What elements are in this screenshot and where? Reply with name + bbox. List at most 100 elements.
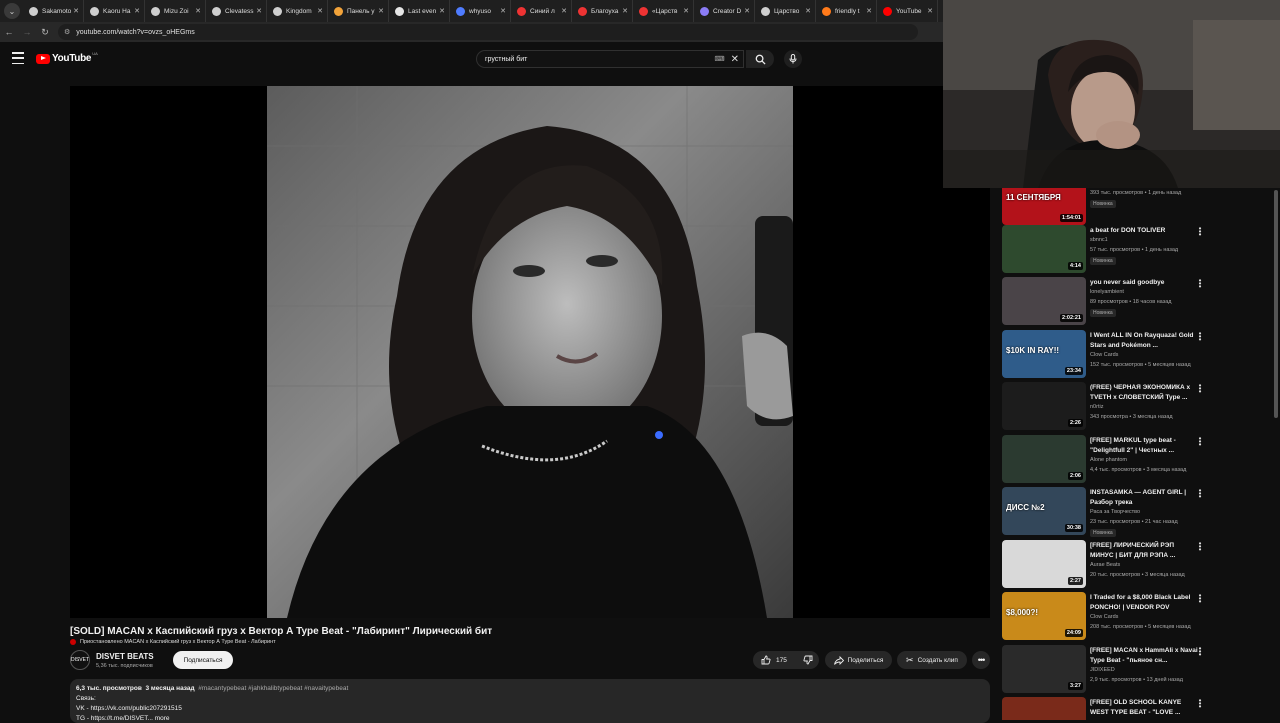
tab-close-icon[interactable]: ✕ bbox=[378, 7, 384, 15]
sidebar-scrollbar[interactable] bbox=[1274, 190, 1278, 418]
tab-close-icon[interactable]: ✕ bbox=[744, 7, 750, 15]
browser-tab[interactable]: whyuso ✕ bbox=[450, 0, 511, 22]
recommendation-thumbnail[interactable]: 2:02:21 bbox=[1002, 277, 1086, 325]
recommendation-thumbnail[interactable]: 2:06 bbox=[1002, 435, 1086, 483]
search-input[interactable]: грустный бит ⌨ ✕ bbox=[476, 50, 744, 68]
recommendation-channel[interactable]: Clow Cards bbox=[1090, 352, 1118, 358]
back-arrow-icon[interactable]: ← bbox=[0, 27, 18, 37]
recommendation-thumbnail[interactable]: 3:27 bbox=[1002, 645, 1086, 693]
recommendation-title[interactable]: [FREE] OLD SCHOOL KANYE WEST TYPE BEAT -… bbox=[1090, 698, 1198, 718]
recommendation-thumbnail[interactable]: 4:14 bbox=[1002, 225, 1086, 273]
browser-tab[interactable]: Mizu Zoi ✕ bbox=[145, 0, 206, 22]
browser-tab[interactable]: YouTube ✕ bbox=[877, 0, 938, 22]
tab-close-icon[interactable]: ✕ bbox=[866, 7, 872, 15]
channel-name[interactable]: DISVET BEATS bbox=[96, 652, 154, 661]
recommendation-thumbnail[interactable] bbox=[1002, 697, 1086, 720]
recommendation-channel[interactable]: sbnnc1 bbox=[1090, 237, 1108, 243]
more-vertical-icon[interactable]: • • • bbox=[1198, 487, 1202, 501]
recommendation-title[interactable]: you never said goodbye bbox=[1090, 278, 1198, 288]
recommendation-title[interactable]: INSTASAMKA — AGENT GIRL | Разбор трека bbox=[1090, 488, 1198, 508]
recommendation-item[interactable]: 11 СЕНТЯБРЯ1:54:01Минута в минуту393 тыс… bbox=[1002, 188, 1278, 227]
recommendation-channel[interactable]: Aurae Beats bbox=[1090, 562, 1120, 568]
browser-tab[interactable]: Kingdom ✕ bbox=[267, 0, 328, 22]
recommendation-item[interactable]: ДИСС №2 30:38 INSTASAMKA — AGENT GIRL | Ра… bbox=[1002, 487, 1278, 537]
recommendation-item[interactable]: 2:27 [FREE] ЛИРИЧЕСКИЙ РЭП МИНУС | БИТ ДЛ… bbox=[1002, 540, 1278, 590]
more-actions-button[interactable]: ••• bbox=[972, 651, 990, 669]
recommendation-title[interactable]: a beat for DON TOLIVER bbox=[1090, 226, 1198, 236]
menu-icon[interactable] bbox=[12, 52, 24, 64]
recommendation-item[interactable]: 4:14 a beat for DON TOLIVER sbnnc1 57 тыс. … bbox=[1002, 225, 1278, 275]
recommendation-title[interactable]: I Went ALL IN On Rayquaza! Gold Stars an… bbox=[1090, 331, 1198, 351]
tab-close-icon[interactable]: ✕ bbox=[439, 7, 445, 15]
share-button[interactable]: Поделиться bbox=[825, 651, 892, 669]
youtube-logo[interactable]: YouTube UA bbox=[36, 51, 98, 64]
tab-close-icon[interactable]: ✕ bbox=[622, 7, 628, 15]
tab-close-icon[interactable]: ✕ bbox=[134, 7, 140, 15]
recommendation-title[interactable]: I Traded for a $8,000 Black Label PONCHO… bbox=[1090, 593, 1198, 613]
recommendation-title[interactable]: (FREE) ЧЕРНАЯ ЭКОНОМИКА x TVETH x СЛОВЕТ… bbox=[1090, 383, 1198, 403]
tab-search-icon[interactable]: ⌄ bbox=[4, 3, 20, 19]
browser-tab[interactable]: Благоуха ✕ bbox=[572, 0, 633, 22]
browser-tab[interactable]: Царство ✕ bbox=[755, 0, 816, 22]
more-vertical-icon[interactable]: • • • bbox=[1198, 540, 1202, 554]
more-vertical-icon[interactable]: • • • bbox=[1198, 645, 1202, 659]
recommendation-item[interactable]: 2:02:21 you never said goodbye lonelyambie… bbox=[1002, 277, 1278, 327]
more-vertical-icon[interactable]: • • • bbox=[1198, 382, 1202, 396]
reload-icon[interactable]: ↻ bbox=[36, 27, 54, 38]
recommendation-channel[interactable]: JIDIXEED bbox=[1090, 667, 1115, 673]
like-button[interactable]: 175 bbox=[753, 651, 795, 669]
channel-avatar[interactable]: DISVET bbox=[70, 650, 90, 670]
recommendation-item[interactable]: [FREE] OLD SCHOOL KANYE WEST TYPE BEAT -… bbox=[1002, 697, 1278, 720]
tab-close-icon[interactable]: ✕ bbox=[927, 7, 933, 15]
recommendation-thumbnail[interactable]: 2:27 bbox=[1002, 540, 1086, 588]
keyboard-icon[interactable]: ⌨ bbox=[715, 55, 725, 63]
clear-search-icon[interactable]: ✕ bbox=[731, 54, 739, 65]
tab-close-icon[interactable]: ✕ bbox=[256, 7, 262, 15]
more-vertical-icon[interactable]: • • • bbox=[1198, 225, 1202, 239]
tab-close-icon[interactable]: ✕ bbox=[561, 7, 567, 15]
recommendation-item[interactable]: $8,000?! 24:09 I Traded for a $8,000 Black… bbox=[1002, 592, 1278, 642]
browser-tab[interactable]: Kaoru Ha ✕ bbox=[84, 0, 145, 22]
recommendation-thumbnail[interactable]: $8,000?! 24:09 bbox=[1002, 592, 1086, 640]
recommendation-channel[interactable]: Alone phantom bbox=[1090, 457, 1127, 463]
browser-tab[interactable]: Sakamoto ✕ bbox=[23, 0, 84, 22]
more-vertical-icon[interactable]: • • • bbox=[1198, 435, 1202, 449]
tab-close-icon[interactable]: ✕ bbox=[195, 7, 201, 15]
more-vertical-icon[interactable]: • • • bbox=[1198, 330, 1202, 344]
recommendation-thumbnail[interactable]: 11 СЕНТЯБРЯ 1:54:01 bbox=[1002, 188, 1086, 225]
voice-search-button[interactable] bbox=[784, 50, 802, 68]
recommendation-thumbnail[interactable]: 2:26 bbox=[1002, 382, 1086, 430]
recommendation-channel[interactable]: n0rtiz bbox=[1090, 404, 1103, 410]
recommendation-item[interactable]: $10K IN RAY!! 23:34 I Went ALL IN On Rayqu… bbox=[1002, 330, 1278, 380]
tab-close-icon[interactable]: ✕ bbox=[683, 7, 689, 15]
video-description[interactable]: 6,3 тыс. просмотров 3 месяца назад #maca… bbox=[70, 679, 990, 723]
recommendation-item[interactable]: 2:06 [FREE] MARKUL type beat - "Delightfu… bbox=[1002, 435, 1278, 485]
description-link[interactable]: VK - https://vk.com/public207291515 bbox=[76, 705, 984, 712]
more-vertical-icon[interactable]: • • • bbox=[1198, 277, 1202, 291]
recommendation-channel[interactable]: lonelyambient bbox=[1090, 289, 1124, 295]
video-frame[interactable] bbox=[267, 86, 793, 618]
browser-tab[interactable]: friendly t ✕ bbox=[816, 0, 877, 22]
recommendation-title[interactable]: [FREE] MARKUL type beat - "Delightfull 2… bbox=[1090, 436, 1198, 456]
search-button[interactable] bbox=[746, 50, 774, 68]
description-link[interactable]: TG - https://t.me/DISVET... more bbox=[76, 715, 984, 722]
more-vertical-icon[interactable]: • • • bbox=[1198, 697, 1202, 711]
more-vertical-icon[interactable]: • • • bbox=[1198, 592, 1202, 606]
recommendation-channel[interactable]: Раса за Творчество bbox=[1090, 509, 1140, 515]
forward-arrow-icon[interactable]: → bbox=[18, 27, 36, 37]
recommendation-thumbnail[interactable]: $10K IN RAY!! 23:34 bbox=[1002, 330, 1086, 378]
recommendation-thumbnail[interactable]: ДИСС №2 30:38 bbox=[1002, 487, 1086, 535]
subscribe-button[interactable]: Подписаться bbox=[173, 651, 233, 669]
dislike-button[interactable] bbox=[795, 651, 821, 669]
recommendation-item[interactable]: 2:26 (FREE) ЧЕРНАЯ ЭКОНОМИКА x TVETH x СЛ… bbox=[1002, 382, 1278, 432]
tab-close-icon[interactable]: ✕ bbox=[317, 7, 323, 15]
browser-tab[interactable]: Синий л ✕ bbox=[511, 0, 572, 22]
browser-tab[interactable]: «Царств ✕ bbox=[633, 0, 694, 22]
site-info-icon[interactable]: ⚙ bbox=[64, 28, 70, 36]
browser-tab[interactable]: Creator D ✕ bbox=[694, 0, 755, 22]
recommendation-title[interactable]: [FREE] MACAN x HammAli x Navai Type Beat… bbox=[1090, 646, 1198, 666]
recommendation-title[interactable]: [FREE] ЛИРИЧЕСКИЙ РЭП МИНУС | БИТ ДЛЯ РЭ… bbox=[1090, 541, 1198, 561]
browser-tab[interactable]: Clevatess ✕ bbox=[206, 0, 267, 22]
recommendation-channel[interactable]: Clow Cards bbox=[1090, 614, 1118, 620]
clip-button[interactable]: ✂ Создать клип bbox=[897, 651, 967, 669]
